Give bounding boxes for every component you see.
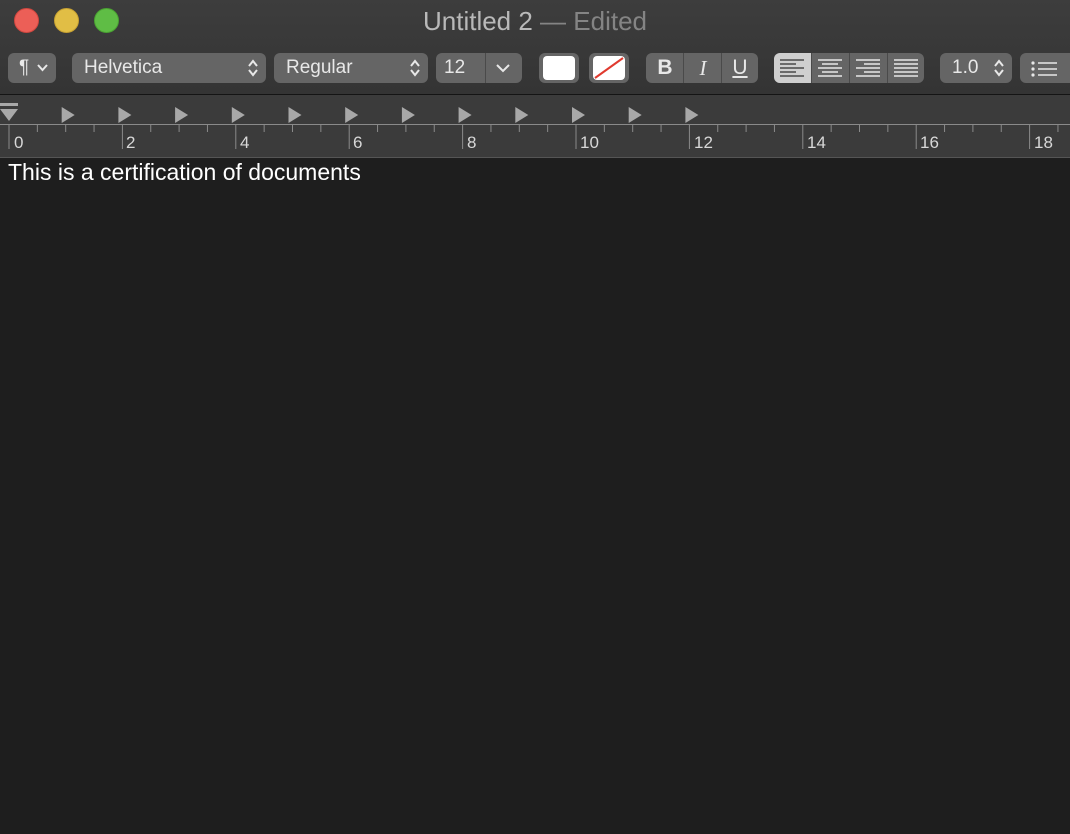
line-spacing-select[interactable]: 1.0 [940,53,1012,83]
tab-stop-marker[interactable] [231,107,245,123]
chevron-down-icon [37,64,48,72]
ruler-label: 16 [920,133,939,152]
align-justify-icon [894,59,918,77]
document-text[interactable]: This is a certification of documents [8,158,361,186]
divider [485,53,486,83]
ruler-label: 14 [807,133,826,152]
italic-button[interactable]: I [692,53,714,83]
ruler-label: 6 [353,133,363,152]
line-spacing-value: 1.0 [952,57,979,78]
ruler-label: 8 [467,133,477,152]
tab-stop-marker[interactable] [685,107,699,123]
updown-arrows-icon [248,59,258,77]
underline-button[interactable]: U [729,53,751,83]
ruler-label: 18 [1034,133,1053,152]
text-style-segmented-control: B I U [646,53,758,83]
text-color-button[interactable] [539,53,579,83]
tab-stop-marker[interactable] [61,107,75,123]
paragraph-styles-button[interactable]: ¶ [8,53,56,83]
background-color-button[interactable] [589,53,629,83]
title-bar: Untitled 2 — Edited ¶ Helvetica Regular … [0,0,1070,95]
font-family-value: Helvetica [84,57,163,78]
ruler-label: 4 [240,133,250,152]
updown-arrows-icon [410,59,420,77]
tab-stop-marker[interactable] [628,107,642,123]
edited-status: — Edited [532,6,647,36]
no-color-swatch-icon [593,56,625,80]
tab-stop-marker[interactable] [458,107,472,123]
tab-stop-marker[interactable] [572,107,585,123]
tab-stop-marker[interactable] [345,107,359,123]
pilcrow-icon: ¶ [19,57,30,78]
tab-stop-marker[interactable] [118,107,132,123]
updown-arrows-icon [994,59,1004,77]
align-center-button[interactable] [812,53,849,83]
align-right-icon [856,59,880,77]
ruler-label: 2 [126,133,136,152]
alignment-segmented-control [774,53,924,83]
tab-stop-marker[interactable] [175,107,189,123]
font-style-value: Regular [286,57,353,78]
first-line-indent-marker[interactable] [0,103,18,106]
tab-stop-marker[interactable] [401,107,415,123]
tab-stop-marker[interactable] [515,107,529,123]
ruler[interactable]: 0 2 4 6 8 10 12 14 16 18 [0,95,1070,158]
left-indent-marker[interactable] [0,109,18,121]
ruler-label: 0 [14,133,24,152]
text-color-swatch [543,56,575,80]
justify-button[interactable] [888,53,924,83]
font-size-combo[interactable]: 12 [436,53,522,83]
divider [683,53,684,83]
document-name: Untitled 2 [422,6,533,36]
align-right-button[interactable] [850,53,887,83]
lists-button[interactable] [1020,53,1070,83]
bold-button[interactable]: B [654,53,676,83]
bullet-list-icon [1031,61,1057,77]
tab-stop-marker[interactable] [288,107,302,123]
chevron-down-icon[interactable] [496,63,510,73]
window-title: Untitled 2 — Edited [0,5,1070,37]
font-family-select[interactable]: Helvetica [72,53,266,83]
ruler-label: 12 [694,133,713,152]
font-size-value: 12 [444,57,466,78]
align-left-icon [780,59,804,77]
ruler-graphics [0,103,1070,149]
align-left-button[interactable] [774,53,811,83]
ruler-label: 10 [580,133,599,152]
align-center-icon [818,59,842,77]
divider [721,53,722,83]
font-style-select[interactable]: Regular [274,53,428,83]
